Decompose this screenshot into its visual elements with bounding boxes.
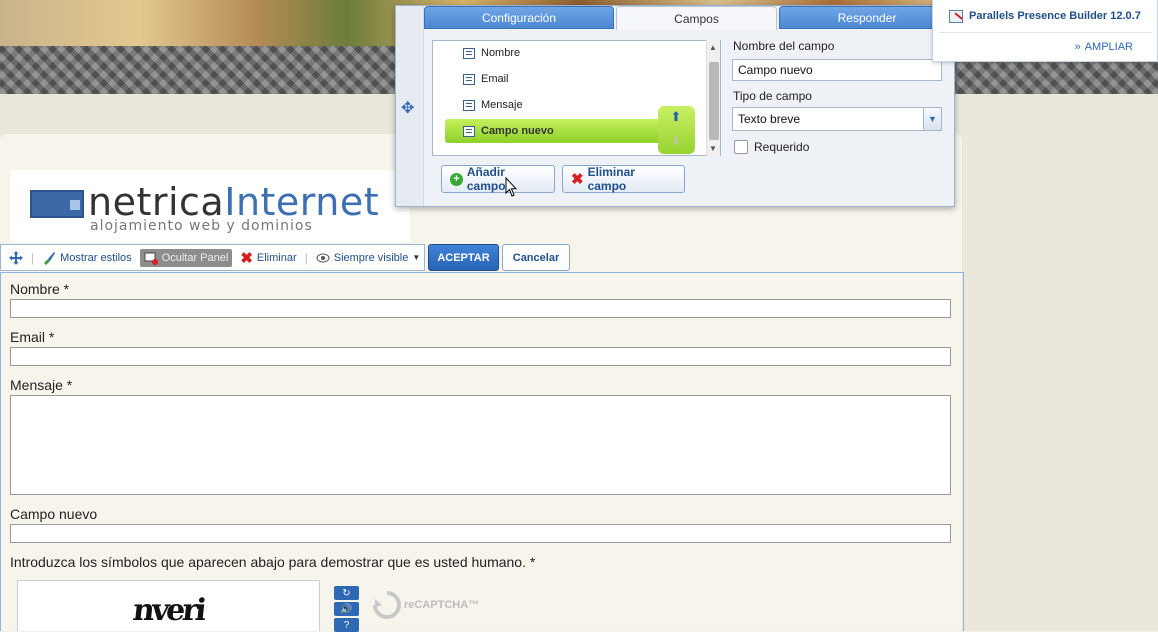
captcha-image: nveri [17,580,320,631]
delete-icon: ✖ [240,249,253,267]
field-icon [463,47,475,59]
list-item[interactable]: Mensaje [463,95,523,115]
always-visible-dropdown[interactable]: Siempre visible ▼ [312,249,425,267]
captcha-audio-button[interactable]: 🔊 [334,602,359,616]
required-checkbox[interactable] [734,140,748,154]
email-input[interactable] [10,347,951,366]
recaptcha-logo: reCAPTCHA™ [372,590,479,620]
cancel-button[interactable]: Cancelar [502,244,570,271]
chevron-down-icon: ▼ [412,253,421,262]
field-label-mensaje: Mensaje * [10,377,73,393]
double-chevron-down-icon: » [1074,41,1081,53]
required-label: Requerido [754,140,810,154]
field-type-value: Texto breve [738,112,801,126]
hide-panel-icon [144,252,158,265]
element-toolbar: | Mostrar estilos Ocultar Panel ✖ Elimin… [0,244,425,271]
list-item[interactable]: Nombre [463,43,520,63]
refresh-icon: ↻ [342,587,351,599]
expand-label: AMPLIAR [1084,41,1133,53]
close-icon: ✖ [571,171,584,188]
mensaje-textarea[interactable] [10,395,951,495]
captcha-help-button[interactable]: ? [334,618,359,632]
hide-panel-label: Ocultar Panel [161,251,229,264]
logo-tagline: alojamiento web y dominios [90,218,313,234]
eye-icon [316,253,330,262]
add-field-button[interactable]: + Añadir campo [441,165,555,193]
move-down-button[interactable]: ⬇ [669,134,683,148]
remove-field-button[interactable]: ✖ Eliminar campo [562,165,685,193]
tab-campos[interactable]: Campos [616,6,777,30]
field-label-email: Email * [10,329,55,345]
delete-label: Eliminar [256,251,297,264]
list-scrollbar[interactable]: ▲ ▼ [706,40,720,156]
list-item[interactable]: Email [463,69,509,89]
field-name-label: Nombre del campo [733,39,835,53]
field-type-select[interactable]: Texto breve ▼ [732,107,942,131]
plus-icon: + [450,172,463,186]
tab-configuracion[interactable]: Configuración [424,6,614,29]
captcha-prompt: Introduzca los símbolos que aparecen aba… [10,554,536,570]
speaker-icon: 🔊 [340,603,353,615]
delete-button[interactable]: ✖ Eliminar [236,247,300,269]
tab-responder[interactable]: Responder [779,6,955,29]
move-icon [9,250,23,265]
divider [939,32,1151,33]
product-name: Parallels Presence Builder 12.0.7 [969,10,1141,22]
fields-panel: ✥ Configuración Campos Responder Nombre … [395,5,955,207]
expand-button[interactable]: » AMPLIAR [1075,41,1133,53]
product-badge: Parallels Presence Builder 12.0.7 » AMPL… [932,0,1158,62]
builder-icon [949,10,963,23]
field-label-campo-nuevo: Campo nuevo [10,506,98,522]
field-label-nombre: Nombre * [10,281,70,297]
list-item-selected[interactable]: Campo nuevo [445,119,685,143]
field-icon [463,73,475,85]
list-item-label: Mensaje [481,99,523,111]
mouse-cursor-icon [505,177,517,197]
scroll-up-icon[interactable]: ▲ [709,43,717,52]
scroll-down-icon[interactable]: ▼ [709,144,717,153]
campo-nuevo-input[interactable] [10,524,951,543]
logo-mark-icon [30,190,84,218]
field-type-label: Tipo de campo [733,89,812,103]
scroll-thumb[interactable] [709,62,719,140]
toolbar-separator: | [304,250,308,265]
list-item-label: Nombre [481,47,521,59]
panel-drag-handle[interactable]: ✥ [396,6,424,206]
list-item-label: Campo nuevo [481,125,554,137]
field-name-input[interactable]: Campo nuevo [732,59,942,81]
remove-field-label: Eliminar campo [587,165,635,193]
captcha-text: nveri [131,593,206,628]
list-item-label: Email [481,73,509,85]
show-styles-label: Mostrar estilos [60,251,132,264]
toolbar-separator: | [31,250,35,265]
nombre-input[interactable] [10,299,951,318]
reorder-controls: ⬆ ⬇ [658,106,695,154]
move-handle[interactable] [5,249,27,267]
show-styles-button[interactable]: Mostrar estilos [38,249,136,267]
field-icon [463,99,475,111]
accept-button[interactable]: ACEPTAR [428,244,499,271]
captcha-reload-button[interactable]: ↻ [334,586,359,600]
always-visible-label: Siempre visible [333,251,409,264]
brush-icon [44,251,56,265]
hide-panel-button[interactable]: Ocultar Panel [139,248,233,267]
chevron-down-icon[interactable]: ▼ [923,108,941,130]
recaptcha-label: reCAPTCHA™ [404,599,480,611]
move-up-button[interactable]: ⬆ [669,110,683,124]
site-logo: netricaInternet alojamiento web y domini… [10,170,410,242]
help-icon: ? [343,619,350,631]
move-icon: ✥ [401,100,415,117]
recaptcha-icon [373,591,401,619]
field-icon [463,125,475,137]
